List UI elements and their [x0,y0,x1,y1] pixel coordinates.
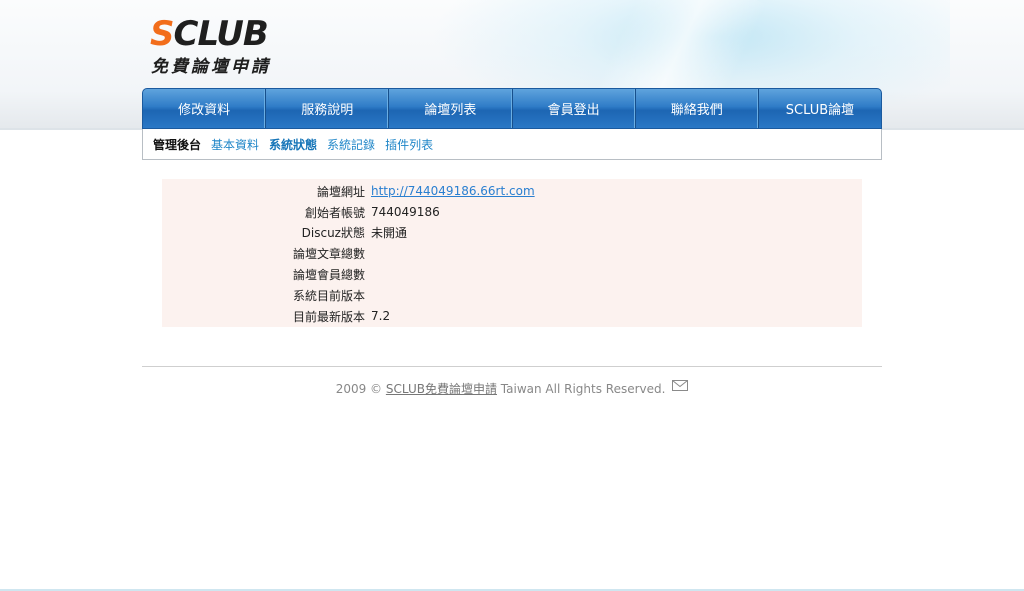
info-row-member-count: 論壇會員總數 [162,264,862,285]
info-value: 7.2 [371,309,391,324]
logo-letter-s: S [150,14,174,54]
admin-subnav: 管理後台 基本資料 系統狀態 系統記錄 插件列表 [142,129,882,160]
logo-wordmark: SCLUB [150,14,269,54]
info-row-discuz-status: Discuz狀態 未開通 [162,223,862,244]
info-row-current-version: 系統目前版本 [162,285,862,306]
subnav-link-plugin-list[interactable]: 插件列表 [385,136,433,153]
logo-subtitle: 免費論壇申請 [151,57,271,77]
info-label: 論壇會員總數 [292,268,365,283]
footer-copyright-prefix: 2009 © [335,382,386,396]
subnav-link-system-log[interactable]: 系統記錄 [327,136,375,153]
footer: 2009 © SCLUB免費論壇申請 Taiwan All Rights Res… [142,378,882,400]
subnav-title: 管理後台 [153,137,202,152]
info-label: 目前最新版本 [292,309,365,324]
main-nav: 修改資料 服務說明 論壇列表 會員登出 聯絡我們 SCLUB論壇 [142,88,882,129]
info-label: Discuz狀態 [301,226,365,241]
nav-item-edit-profile[interactable]: 修改資料 [143,89,267,128]
system-status-panel: 論壇網址 http://744049186.66rt.com 創始者帳號 744… [162,179,862,327]
info-label: 論壇網址 [316,184,365,199]
nav-item-contact[interactable]: 聯絡我們 [636,89,759,128]
nav-item-logout[interactable]: 會員登出 [513,89,636,128]
info-row-founder-account: 創始者帳號 744049186 [162,202,862,223]
info-row-forum-url: 論壇網址 http://744049186.66rt.com [162,181,862,202]
info-value: 744049186 [371,205,440,220]
nav-item-forum-list[interactable]: 論壇列表 [389,89,513,128]
footer-site-link[interactable]: SCLUB免費論壇申請 [386,382,497,396]
info-value: 未開通 [371,226,408,241]
nav-item-sclub-forum[interactable]: SCLUB論壇 [759,89,881,128]
subnav-link-basic-info[interactable]: 基本資料 [211,136,259,153]
info-row-post-count: 論壇文章總數 [162,243,862,264]
mail-icon[interactable] [672,380,689,391]
info-label: 系統目前版本 [292,288,365,303]
info-label: 論壇文章總數 [292,247,365,262]
footer-divider [142,366,882,367]
nav-item-service-info[interactable]: 服務說明 [266,89,390,128]
subnav-link-system-status[interactable]: 系統狀態 [269,136,317,153]
logo-letters-club: CLUB [173,14,269,54]
site-logo[interactable]: SCLUB 免費論壇申請 [150,14,310,77]
info-label: 創始者帳號 [304,205,365,220]
info-row-latest-version: 目前最新版本 7.2 [162,306,862,327]
footer-rights-text: Taiwan All Rights Reserved. [496,382,666,396]
forum-url-link[interactable]: http://744049186.66rt.com [371,184,535,198]
